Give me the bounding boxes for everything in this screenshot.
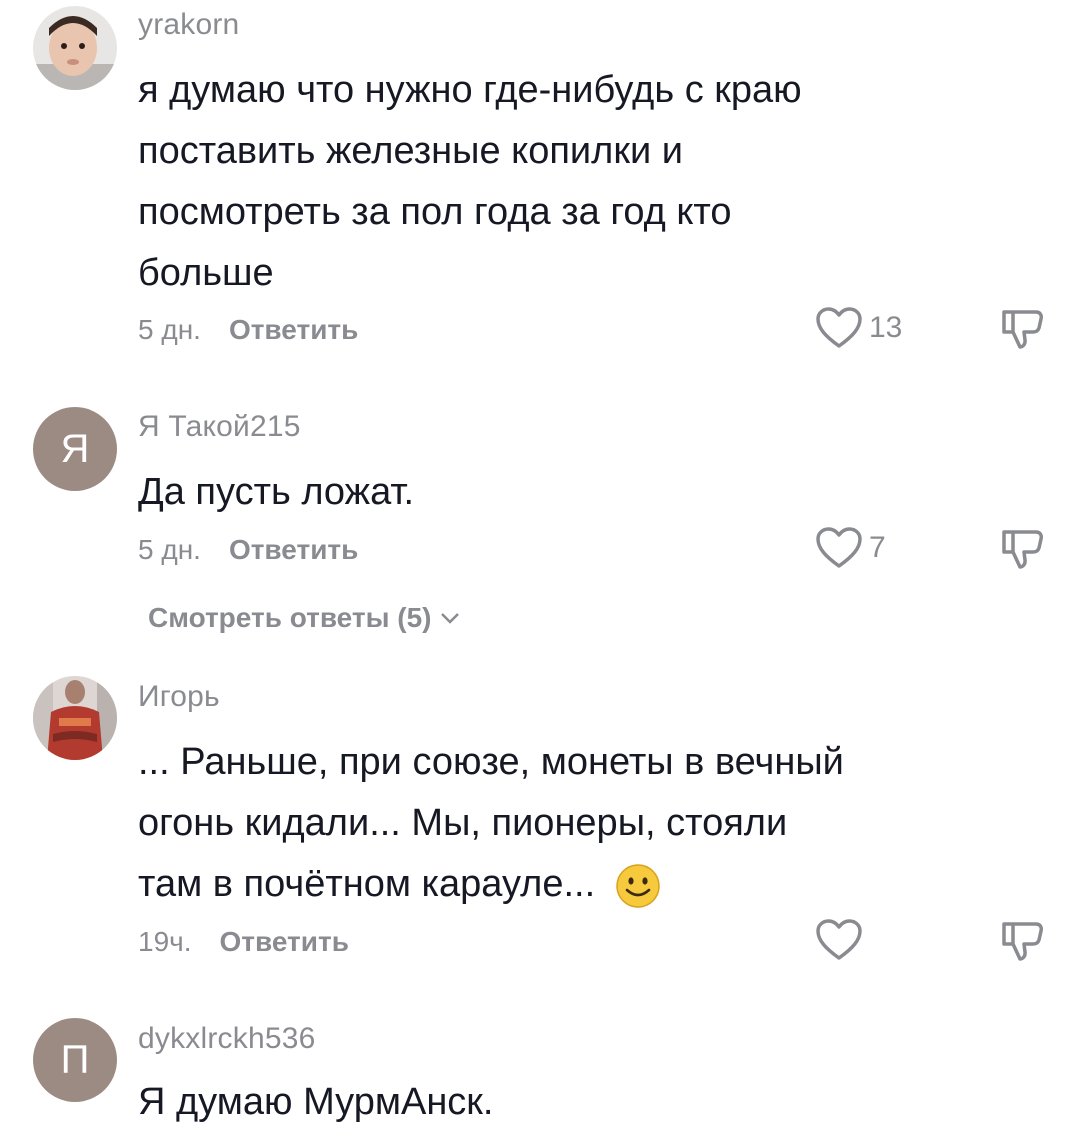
thumbs-down-icon: [1002, 530, 1043, 569]
avatar[interactable]: [33, 6, 117, 90]
comment-text-line: Я думаю МурмАнск.: [138, 1081, 494, 1123]
comment-time: 5 дн.: [138, 314, 201, 345]
smiley-emoji-icon: [615, 864, 660, 908]
heart-outline-icon: [816, 527, 862, 568]
view-replies-label: Смотреть ответы (5): [148, 602, 432, 633]
comment-time: 19ч.: [138, 926, 192, 957]
dislike-button[interactable]: [1000, 306, 1046, 355]
like-button[interactable]: [815, 918, 869, 962]
comment-text-line: посмотреть за пол года за год кто: [138, 191, 732, 233]
comment-text: я думаю что нужно где-нибудь с краю пост…: [138, 60, 938, 304]
dislike-button[interactable]: [1000, 918, 1046, 967]
comment-username[interactable]: Игорь: [138, 680, 220, 714]
comment-text-segment: там в почётном карауле...: [138, 863, 596, 905]
comment-username[interactable]: Я Такой215: [138, 410, 301, 444]
avatar[interactable]: Я: [33, 407, 117, 491]
like-count: 13: [869, 311, 903, 344]
like-button[interactable]: 7: [815, 526, 886, 570]
comment-text: Я думаю МурмАнск.: [138, 1072, 938, 1133]
comment-text-line: огонь кидали... Мы, пионеры, стояли: [138, 802, 788, 844]
comment-meta: 5 дн. Ответить: [138, 534, 358, 566]
reply-button[interactable]: Ответить: [220, 926, 349, 958]
comment-text-line: там в почётном карауле...: [138, 854, 938, 915]
thumbs-down-icon: [1002, 310, 1043, 349]
thumbs-down-icon: [1002, 922, 1043, 961]
heart-outline-icon: [816, 307, 862, 348]
reply-button[interactable]: Ответить: [229, 534, 358, 566]
comment-meta: 5 дн. Ответить: [138, 314, 358, 346]
view-replies-button[interactable]: Смотреть ответы (5): [148, 602, 460, 634]
comment-username[interactable]: dykxlrckh536: [138, 1022, 315, 1056]
comment-meta: 19ч. Ответить: [138, 926, 349, 958]
avatar[interactable]: [33, 676, 117, 760]
reply-button[interactable]: Ответить: [229, 314, 358, 346]
comment-text-line: поставить железные копилки и: [138, 130, 683, 172]
avatar[interactable]: П: [33, 1018, 117, 1102]
avatar-letter: П: [60, 1037, 90, 1082]
comment-text: Да пусть ложат.: [138, 462, 938, 523]
comment-time: 5 дн.: [138, 534, 201, 565]
comment-text-line: я думаю что нужно где-нибудь с краю: [138, 69, 802, 111]
comment-username[interactable]: yrakorn: [138, 8, 239, 42]
dislike-button[interactable]: [1000, 526, 1046, 575]
chevron-down-icon: [440, 613, 459, 624]
comment-text-line: ... Раньше, при союзе, монеты в вечный: [138, 741, 844, 783]
avatar-letter: Я: [60, 426, 90, 471]
comment-text-line: больше: [138, 252, 274, 294]
like-count: 7: [869, 531, 886, 564]
comment-text-line: Да пусть ложат.: [138, 471, 415, 513]
like-button[interactable]: 13: [815, 306, 902, 350]
heart-outline-icon: [816, 919, 862, 960]
comment-text: ... Раньше, при союзе, монеты в вечный о…: [138, 732, 938, 915]
